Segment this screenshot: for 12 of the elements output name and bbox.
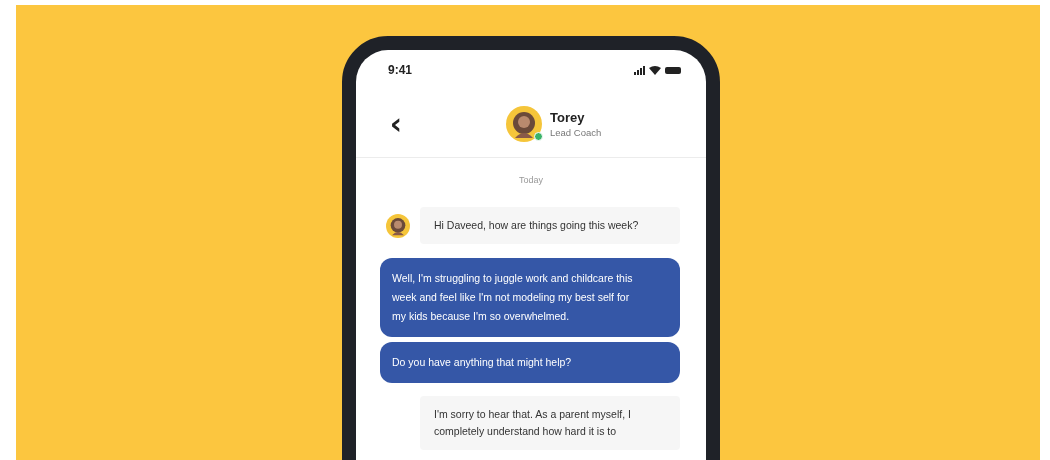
avatar-icon (506, 105, 542, 142)
avatar-icon (386, 213, 410, 238)
contact-role: Lead Coach (550, 126, 602, 138)
back-button[interactable]: ‹ (386, 108, 406, 139)
incoming-message: I'm sorry to hear that. As a parent myself, I completely understand how hard it is to (420, 396, 680, 450)
outgoing-message: Do you have anything that might help? (380, 342, 680, 383)
status-time: 9:41 (388, 63, 413, 77)
date-label: Today (518, 175, 544, 185)
outgoing-message: Well, I'm struggling to juggle work and childcare this week and feel like I'm not modeling my best self for my kids because I'm so overwhelmed. (380, 258, 680, 337)
status-icons (634, 65, 682, 75)
incoming-message: Hi Daveed, how are things going this week? (420, 207, 680, 244)
contact-name: Torey (550, 109, 586, 125)
